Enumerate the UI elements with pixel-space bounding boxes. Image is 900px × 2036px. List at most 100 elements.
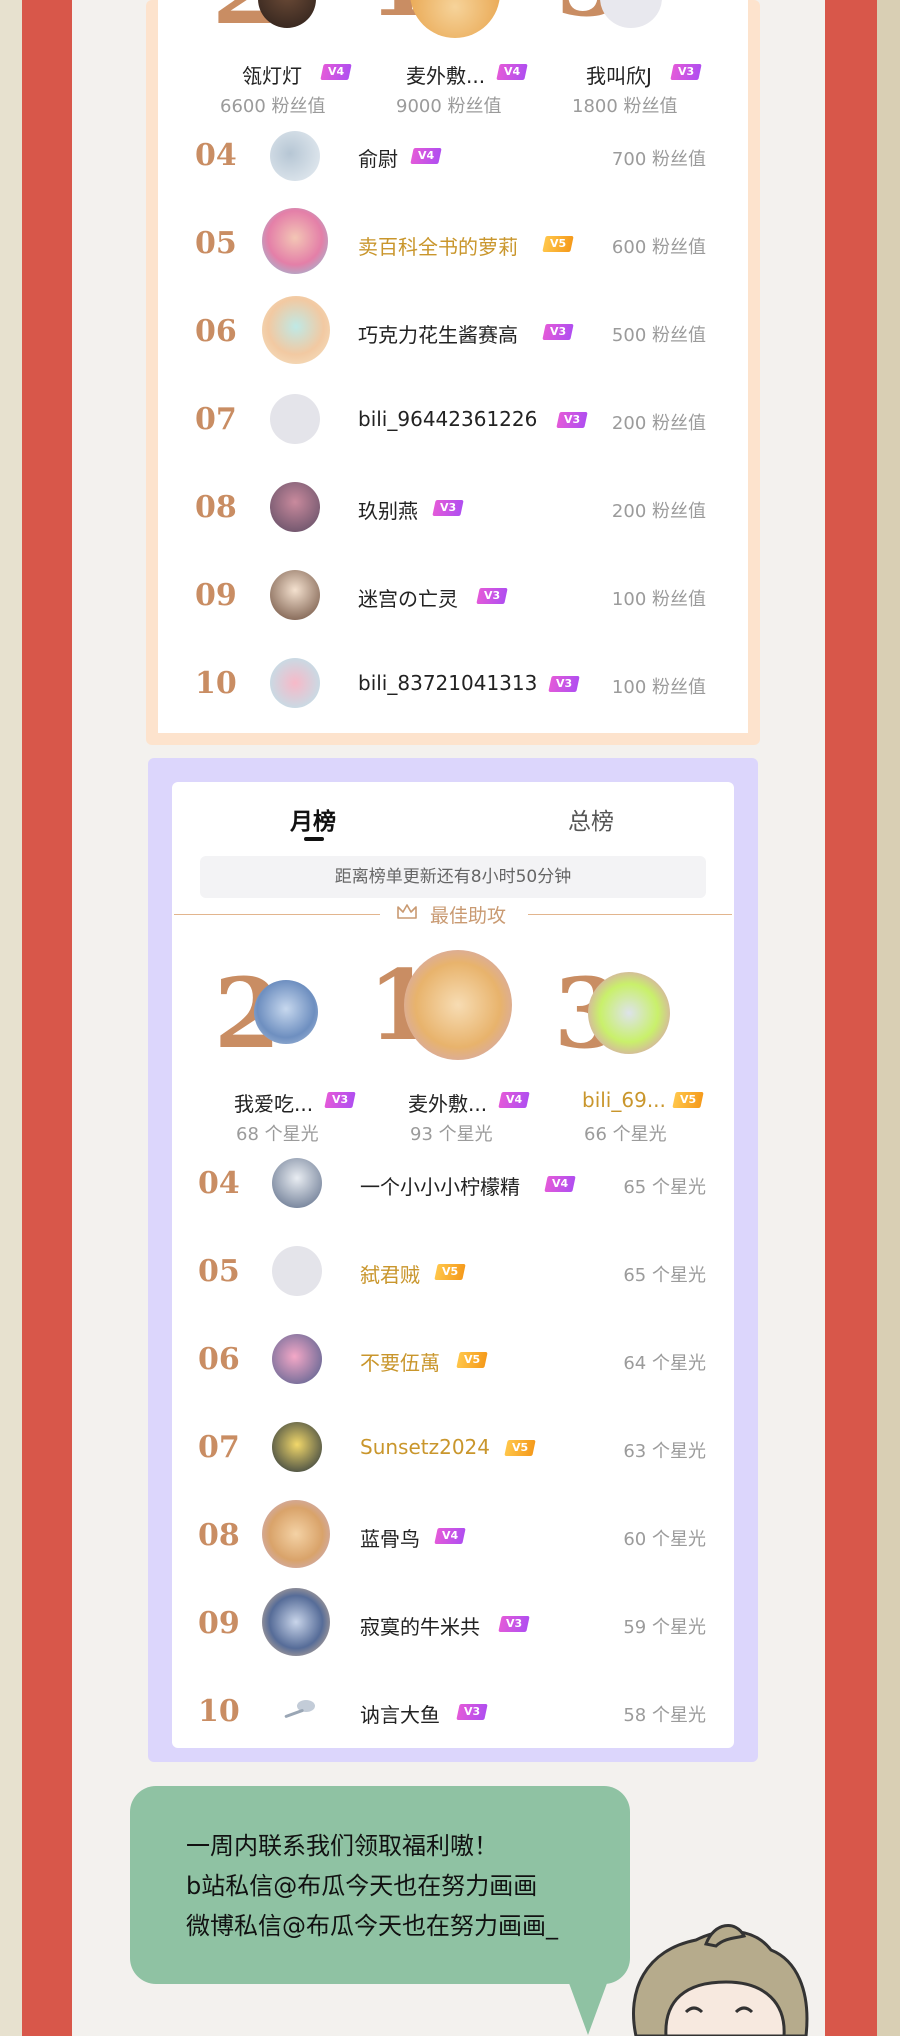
level-badge: V5 bbox=[672, 1092, 704, 1108]
fan-score: 100 粉丝值 bbox=[611, 589, 706, 610]
default-avatar-icon[interactable] bbox=[272, 1246, 322, 1296]
podium-score: 6600 粉丝值 bbox=[220, 96, 326, 117]
fan-score: 100 粉丝值 bbox=[611, 677, 706, 698]
default-avatar-icon[interactable] bbox=[270, 394, 320, 444]
star-score: 63 个星光 bbox=[623, 1441, 706, 1462]
user-name[interactable]: 玖别燕 bbox=[358, 495, 418, 524]
avatar[interactable] bbox=[272, 1422, 322, 1472]
user-name[interactable]: 讷言大鱼 bbox=[360, 1699, 440, 1728]
rank-number: 06 bbox=[198, 1342, 240, 1377]
rank-number: 07 bbox=[198, 1430, 240, 1465]
bubble-text-line: b站私信@布瓜今天也在努力画画 bbox=[186, 1872, 538, 1900]
avatar[interactable] bbox=[262, 296, 330, 364]
speech-bubble-tail bbox=[566, 1975, 610, 2035]
user-name[interactable]: 一个小小小柠檬精 bbox=[360, 1171, 520, 1200]
level-badge: V4 bbox=[496, 64, 528, 80]
mascot-character-illustration bbox=[632, 1924, 809, 2036]
user-name[interactable]: 蓝骨鸟 bbox=[360, 1523, 420, 1552]
star-score: 64 个星光 bbox=[623, 1353, 706, 1374]
level-badge: V3 bbox=[498, 1616, 530, 1632]
avatar[interactable] bbox=[270, 658, 320, 708]
tab-all-time[interactable]: 总榜 bbox=[568, 802, 614, 836]
podium-score: 9000 粉丝值 bbox=[396, 96, 502, 117]
user-name[interactable]: 弑君贼 bbox=[360, 1259, 420, 1288]
podium-user-name[interactable]: 麦外敷... bbox=[408, 1088, 487, 1117]
level-badge: V3 bbox=[324, 1092, 356, 1108]
podium-score: 93 个星光 bbox=[410, 1124, 493, 1145]
user-name[interactable]: bili_96442361226 bbox=[358, 407, 537, 431]
divider bbox=[174, 914, 380, 915]
rank-number: 09 bbox=[195, 578, 237, 613]
level-badge: V5 bbox=[456, 1352, 488, 1368]
level-badge: V4 bbox=[434, 1528, 466, 1544]
avatar[interactable] bbox=[404, 950, 512, 1060]
background-red-stripe-right bbox=[825, 0, 877, 2036]
avatar[interactable] bbox=[270, 482, 320, 532]
rank-number: 07 bbox=[195, 402, 237, 437]
fan-score: 600 粉丝值 bbox=[611, 237, 706, 258]
avatar[interactable] bbox=[262, 1500, 330, 1568]
star-score: 65 个星光 bbox=[623, 1265, 706, 1286]
crown-icon bbox=[397, 904, 417, 919]
rank-number: 05 bbox=[198, 1254, 240, 1289]
avatar[interactable] bbox=[588, 972, 670, 1054]
podium-user-name[interactable]: bili_69... bbox=[582, 1088, 666, 1112]
rank-number: 08 bbox=[195, 490, 237, 525]
avatar[interactable] bbox=[270, 570, 320, 620]
rank-number: 05 bbox=[195, 226, 237, 261]
level-badge: V5 bbox=[504, 1440, 536, 1456]
divider bbox=[528, 914, 732, 915]
level-badge: V3 bbox=[432, 500, 464, 516]
star-score: 60 个星光 bbox=[623, 1529, 706, 1550]
avatar[interactable] bbox=[272, 1334, 322, 1384]
rank-number: 08 bbox=[198, 1518, 240, 1553]
fan-score: 700 粉丝值 bbox=[611, 149, 706, 170]
avatar[interactable] bbox=[272, 1158, 322, 1208]
level-badge: V3 bbox=[456, 1704, 488, 1720]
bubble-text-line: 微博私信@布瓜今天也在努力画画_ bbox=[186, 1912, 558, 1940]
user-name[interactable]: 寂寞的牛米共 bbox=[360, 1611, 480, 1640]
level-badge: V5 bbox=[434, 1264, 466, 1280]
podium-user-name[interactable]: 我叫欣J bbox=[586, 60, 652, 89]
level-badge: V4 bbox=[320, 64, 352, 80]
user-name[interactable]: 迷宫の亡灵 bbox=[358, 583, 458, 612]
avatar[interactable] bbox=[262, 208, 328, 274]
podium-user-name[interactable]: 麦外敷... bbox=[406, 60, 485, 89]
user-name[interactable]: 不要伍萬 bbox=[360, 1347, 440, 1376]
podium-score: 66 个星光 bbox=[584, 1124, 667, 1145]
star-score: 58 个星光 bbox=[623, 1705, 706, 1726]
section-title: 最佳助攻 bbox=[430, 905, 507, 927]
avatar[interactable] bbox=[262, 1588, 330, 1656]
rank-number: 06 bbox=[195, 314, 237, 349]
avatar[interactable] bbox=[270, 131, 320, 181]
level-badge: V4 bbox=[410, 148, 442, 164]
user-name[interactable]: 俞尉 bbox=[358, 143, 398, 172]
level-badge: V4 bbox=[544, 1176, 576, 1192]
podium-score: 1800 粉丝值 bbox=[572, 96, 678, 117]
podium-user-name[interactable]: 瓴灯灯 bbox=[242, 60, 302, 89]
podium-user-name[interactable]: 我爱吃... bbox=[234, 1088, 313, 1117]
rank-number: 04 bbox=[195, 138, 237, 173]
user-name[interactable]: bili_83721041313 bbox=[358, 671, 537, 695]
avatar[interactable] bbox=[254, 980, 318, 1044]
background-red-stripe-left bbox=[22, 0, 72, 2036]
user-name[interactable]: Sunsetz2024 bbox=[360, 1435, 490, 1459]
level-badge: V3 bbox=[476, 588, 508, 604]
active-tab-indicator bbox=[304, 837, 324, 841]
fan-score: 200 粉丝值 bbox=[611, 501, 706, 522]
user-name[interactable]: 巧克力花生酱赛高 bbox=[358, 319, 518, 348]
rank-number: 09 bbox=[198, 1606, 240, 1641]
tab-monthly[interactable]: 月榜 bbox=[290, 802, 336, 836]
level-badge: V3 bbox=[548, 676, 580, 692]
fan-score: 500 粉丝值 bbox=[611, 325, 706, 346]
rank-number: 04 bbox=[198, 1166, 240, 1201]
level-badge: V4 bbox=[498, 1092, 530, 1108]
avatar[interactable] bbox=[280, 1694, 320, 1722]
user-name[interactable]: 卖百科全书的萝莉 bbox=[358, 231, 518, 260]
background-right-edge bbox=[877, 0, 900, 2036]
bubble-text-line: 一周内联系我们领取福利嗷！ bbox=[186, 1832, 498, 1860]
background-left-edge bbox=[0, 0, 22, 2036]
podium-score: 68 个星光 bbox=[236, 1124, 319, 1145]
update-countdown-notice: 距离榜单更新还有8小时50分钟 bbox=[200, 856, 706, 898]
rank-number: 10 bbox=[198, 1694, 240, 1729]
